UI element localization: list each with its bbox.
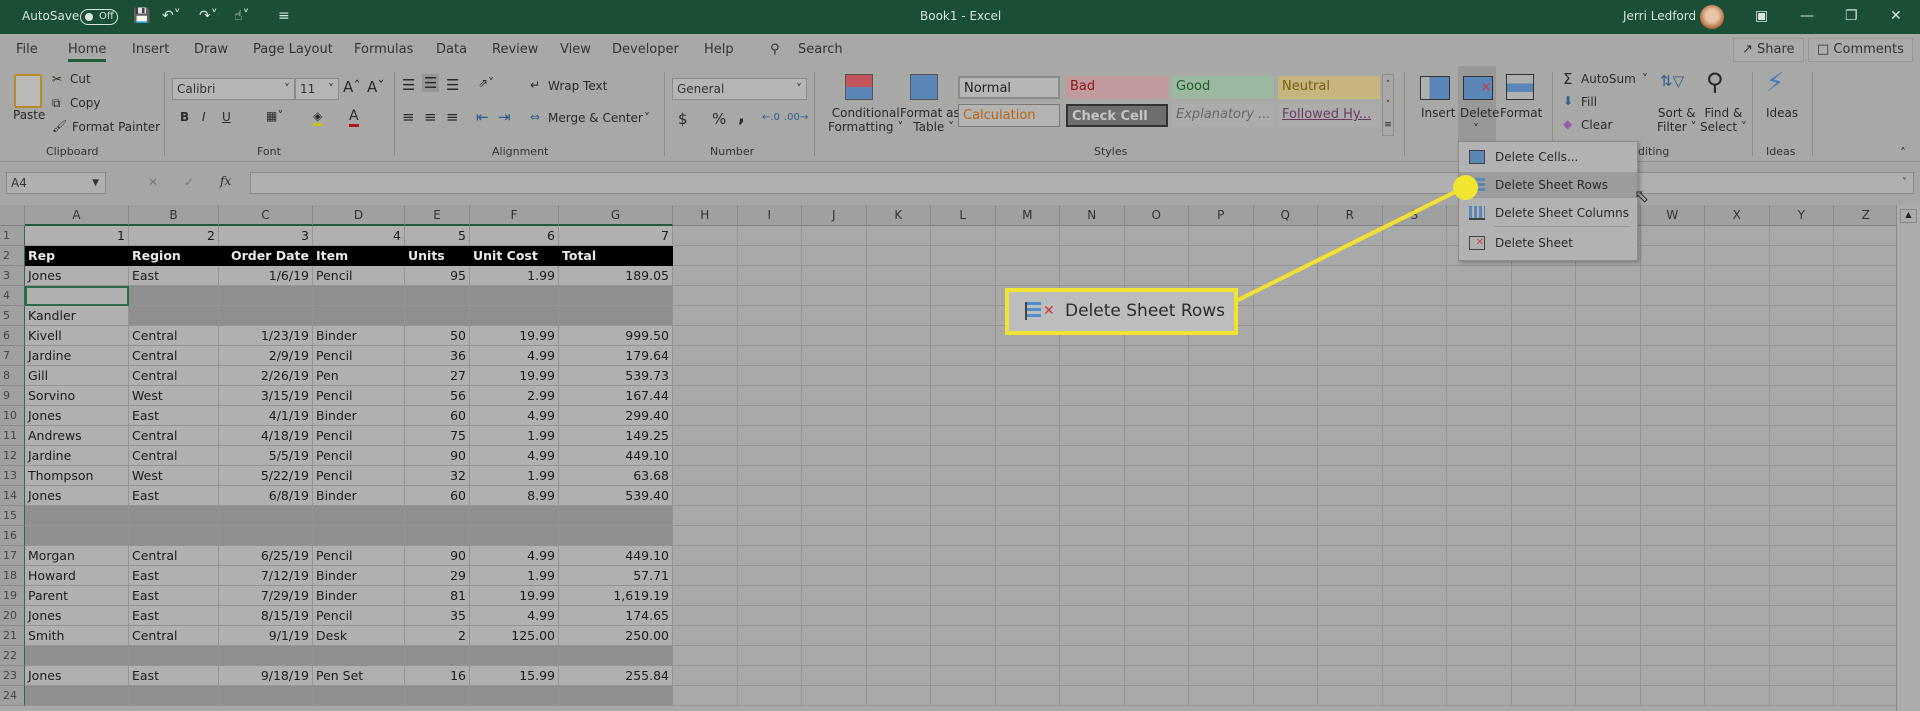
callout-dot	[1453, 175, 1478, 200]
callout-connector	[1237, 185, 1466, 302]
callout-line	[1237, 185, 1466, 302]
callout-label: ✕ Delete Sheet Rows	[1005, 288, 1238, 335]
delete-rows-icon	[1025, 302, 1041, 320]
x-icon: ✕	[1043, 303, 1055, 319]
